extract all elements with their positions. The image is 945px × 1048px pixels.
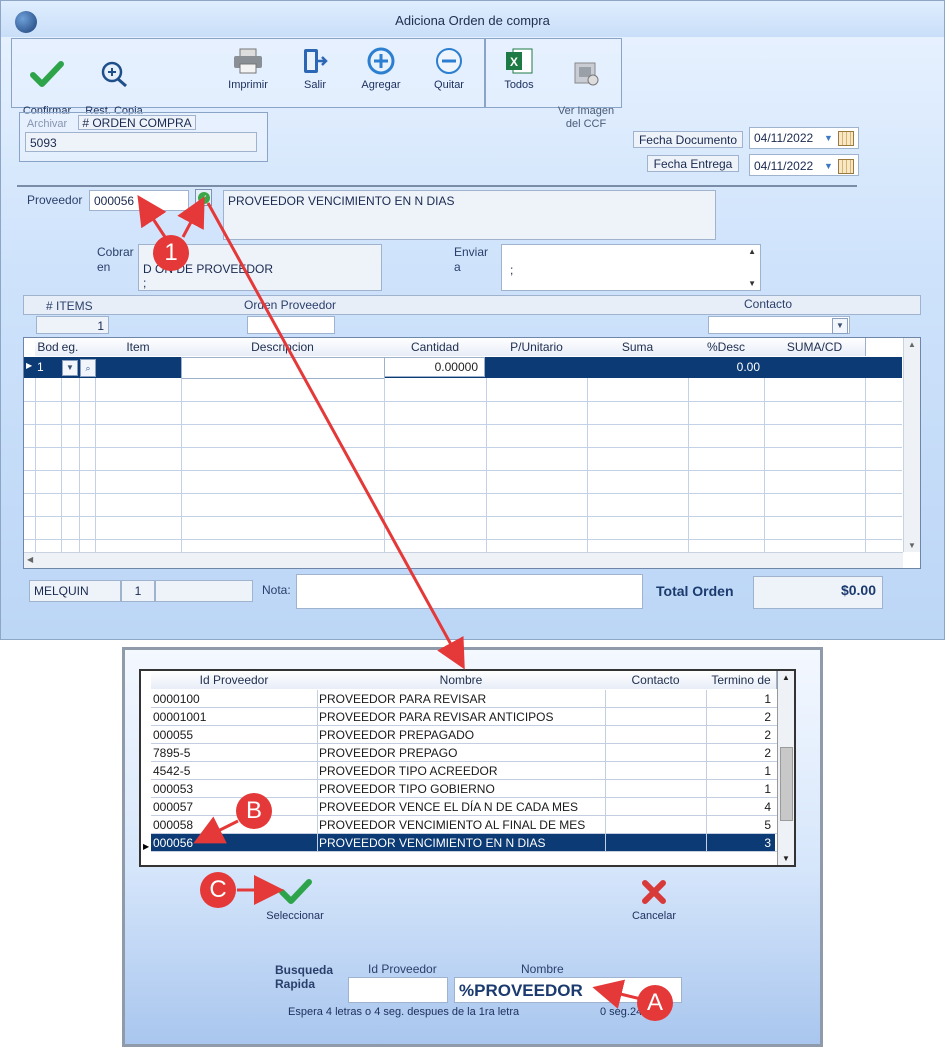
annotation-badge-a: A bbox=[637, 985, 673, 1021]
annotation-badge-c: C bbox=[200, 872, 236, 908]
annotation-badge-b: B bbox=[236, 793, 272, 829]
annotation-badge-1: 1 bbox=[153, 235, 189, 271]
annotation-arrows bbox=[137, 194, 642, 1009]
